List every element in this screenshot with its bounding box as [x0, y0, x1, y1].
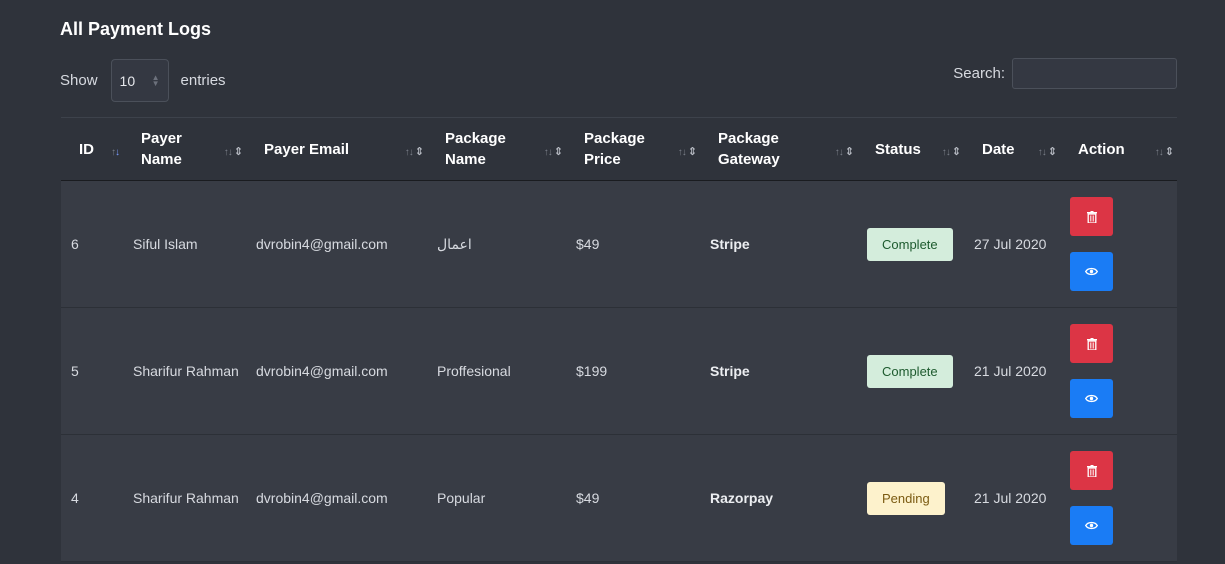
sort-active-icon: ↑↓	[111, 147, 120, 158]
cell-date: 21 Jul 2020	[974, 363, 1047, 379]
eye-icon	[1085, 521, 1098, 530]
sort-arrows-icon: ↑↓ ⇕	[941, 146, 961, 158]
trash-icon	[1086, 210, 1097, 223]
cell-action	[1060, 308, 1177, 435]
cell-payer-email: dvrobin4@gmail.com	[256, 236, 388, 252]
status-badge: Complete	[867, 227, 953, 261]
cell-package-price: $199	[576, 363, 608, 379]
cell-id: 5	[71, 363, 79, 379]
sort-arrows-icon: ↑↓ ⇕	[834, 146, 854, 158]
row-actions	[1070, 324, 1177, 418]
delete-button[interactable]	[1070, 324, 1113, 363]
row-actions	[1070, 451, 1177, 545]
cell-action	[1060, 435, 1177, 562]
cell-package-name: Popular	[437, 490, 486, 506]
cell-payer-name: Sharifur Rahman	[133, 490, 239, 506]
column-header-payer-name[interactable]: Payer Name ↑↓ ⇕	[123, 118, 246, 181]
cell-package-gateway: Stripe	[710, 236, 750, 252]
view-button[interactable]	[1070, 506, 1113, 545]
column-header-id[interactable]: ID ↑↓	[61, 118, 123, 181]
column-header-package-price[interactable]: Package Price ↑↓ ⇕	[566, 118, 700, 181]
column-header-package-gateway[interactable]: Package Gateway ↑↓ ⇕	[700, 118, 857, 181]
payment-logs-page: All Payment Logs Show 10 ▲ ▼ entries Sear…	[0, 0, 1225, 564]
payment-logs-table-wrapper: ID ↑↓ Payer Name ↑↓ ⇕ Payer Email ↑↓ ⇕ Pac…	[61, 117, 1177, 562]
column-header-package-name[interactable]: Package Name ↑↓ ⇕	[427, 118, 566, 181]
cell-package-price: $49	[576, 236, 600, 252]
cell-package-price: $49	[576, 490, 600, 506]
row-actions	[1070, 197, 1177, 291]
cell-id: 4	[71, 490, 79, 506]
table-row: 4 Sharifur Rahman dvrobin4@gmail.com Pop…	[61, 434, 1177, 562]
select-arrows-icon: ▲ ▼	[151, 72, 160, 88]
trash-icon	[1086, 337, 1097, 350]
payment-logs-table: ID ↑↓ Payer Name ↑↓ ⇕ Payer Email ↑↓ ⇕ Pac…	[61, 117, 1177, 562]
show-label: Show	[60, 72, 98, 89]
entries-select[interactable]: 10 ▲ ▼	[110, 59, 169, 102]
entries-label: entries	[180, 72, 226, 89]
entries-length-control: Show 10 ▲ ▼ entries	[60, 58, 226, 103]
column-header-action[interactable]: Action ↑↓ ⇕	[1060, 118, 1177, 181]
delete-button[interactable]	[1070, 197, 1113, 236]
cell-payer-name: Sharifur Rahman	[133, 363, 239, 379]
trash-icon	[1086, 464, 1097, 477]
sort-arrows-icon: ↑↓ ⇕	[223, 146, 243, 158]
search-input[interactable]	[1012, 58, 1177, 89]
cell-status: Pending	[857, 435, 964, 562]
column-header-date[interactable]: Date ↑↓ ⇕	[964, 118, 1060, 181]
cell-payer-email: dvrobin4@gmail.com	[256, 490, 388, 506]
column-header-status[interactable]: Status ↑↓ ⇕	[857, 118, 964, 181]
cell-payer-name: Siful Islam	[133, 236, 198, 252]
cell-action	[1060, 181, 1177, 308]
table-header-row: ID ↑↓ Payer Name ↑↓ ⇕ Payer Email ↑↓ ⇕ Pac…	[61, 117, 1177, 181]
delete-button[interactable]	[1070, 451, 1113, 490]
status-badge: Pending	[867, 481, 945, 515]
cell-package-name: اعمال	[437, 235, 472, 252]
column-header-payer-email[interactable]: Payer Email ↑↓ ⇕	[246, 118, 427, 181]
cell-date: 21 Jul 2020	[974, 490, 1047, 506]
cell-status: Complete	[857, 181, 964, 308]
entries-select-value: 10	[119, 72, 136, 89]
cell-package-gateway: Razorpay	[710, 490, 774, 506]
table-row: 5 Sharifur Rahman dvrobin4@gmail.com Pro…	[61, 307, 1177, 435]
sort-arrows-icon: ↑↓ ⇕	[1154, 146, 1174, 158]
table-row: 6 Siful Islam dvrobin4@gmail.com اعمال $…	[61, 180, 1177, 308]
eye-icon	[1085, 267, 1098, 276]
cell-package-name: Proffesional	[437, 363, 511, 379]
column-header-label: Payer Email	[264, 140, 350, 158]
view-button[interactable]	[1070, 379, 1113, 418]
sort-arrows-icon: ↑↓ ⇕	[677, 146, 697, 158]
view-button[interactable]	[1070, 252, 1113, 291]
cell-package-gateway: Stripe	[710, 363, 750, 379]
eye-icon	[1085, 394, 1098, 403]
sort-arrows-icon: ↑↓ ⇕	[1037, 146, 1057, 158]
status-badge: Complete	[867, 354, 953, 388]
cell-status: Complete	[857, 308, 964, 435]
page-title: All Payment Logs	[60, 19, 212, 39]
search-control: Search:	[953, 58, 1177, 89]
sort-arrows-icon: ↑↓ ⇕	[404, 146, 424, 158]
sort-arrows-icon: ↑↓ ⇕	[543, 146, 563, 158]
cell-id: 6	[71, 236, 79, 252]
cell-payer-email: dvrobin4@gmail.com	[256, 363, 388, 379]
search-label: Search:	[953, 65, 1005, 82]
cell-date: 27 Jul 2020	[974, 236, 1047, 252]
